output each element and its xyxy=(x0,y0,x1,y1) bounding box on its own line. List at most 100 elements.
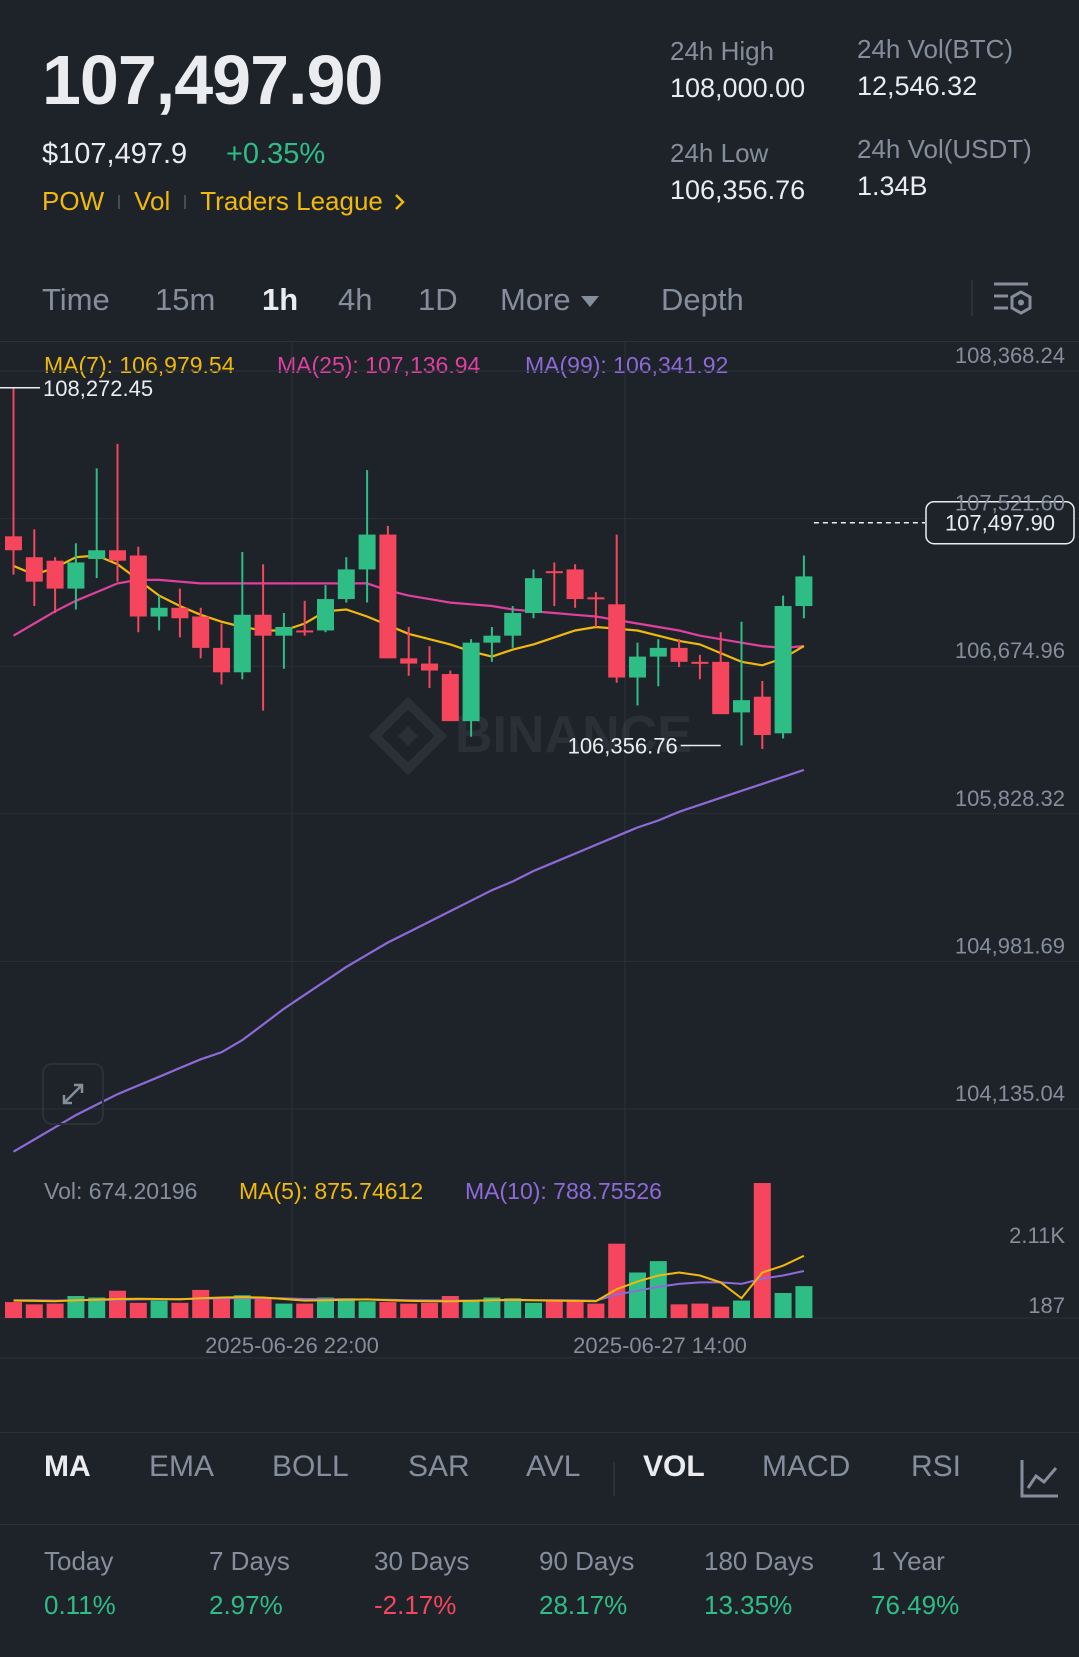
candle xyxy=(629,642,646,706)
candle-body xyxy=(88,550,106,559)
candle xyxy=(733,621,750,746)
candle xyxy=(192,607,210,659)
candle-body xyxy=(421,663,438,671)
candle-body xyxy=(25,557,43,582)
tab-1h[interactable]: 1h xyxy=(262,282,298,318)
candle xyxy=(129,546,147,633)
last-price: 107,497.90 xyxy=(42,41,383,119)
candle xyxy=(566,564,584,608)
volume-bar xyxy=(129,1302,147,1318)
indicator-bottom-border xyxy=(0,1524,1079,1525)
tab-1d[interactable]: 1D xyxy=(418,282,458,318)
volume-bar xyxy=(795,1286,813,1318)
indicator-avl[interactable]: AVL xyxy=(526,1450,580,1484)
chevron-right-icon[interactable] xyxy=(393,192,407,212)
candle-body xyxy=(275,626,293,636)
expand-icon xyxy=(62,1083,84,1105)
volume-bar xyxy=(5,1302,22,1318)
tag-traders-league[interactable]: Traders League xyxy=(200,186,383,217)
price-tick-label: 106,674.96 xyxy=(955,638,1065,663)
vol-ma10-legend: MA(10): 788.75526 xyxy=(465,1178,662,1204)
candle xyxy=(545,562,563,607)
chart-markers: 108,272.45106,356.76107,497.90 xyxy=(0,376,1075,759)
candle xyxy=(171,588,189,638)
candle xyxy=(691,654,709,680)
candle xyxy=(296,600,314,636)
volume-bar xyxy=(733,1300,750,1318)
volume-bar xyxy=(774,1292,792,1318)
stat-value: 1.34B xyxy=(857,171,928,201)
indicator-rsi[interactable]: RSI xyxy=(911,1450,961,1484)
volume-bar xyxy=(400,1303,418,1318)
volume-bar xyxy=(608,1243,626,1318)
candle-body xyxy=(171,607,189,619)
candles xyxy=(5,387,813,750)
chart-grid xyxy=(0,341,1079,1359)
vol-ma5-line xyxy=(13,1254,805,1303)
caret-down-icon xyxy=(580,296,599,308)
high-marker-label: 108,272.45 xyxy=(43,376,153,401)
indicator-macd[interactable]: MACD xyxy=(762,1450,850,1484)
candle-body xyxy=(296,630,314,633)
tab-depth[interactable]: Depth xyxy=(661,282,744,318)
candle-body xyxy=(733,700,750,713)
volume-bar xyxy=(213,1299,230,1318)
price-tick-label: 104,981.69 xyxy=(955,933,1065,958)
tab-4h[interactable]: 4h xyxy=(338,282,372,318)
tag-vol[interactable]: Vol xyxy=(134,186,170,217)
candle-body xyxy=(254,614,272,636)
candle xyxy=(670,639,688,668)
time-tick-label: 2025-06-27 14:00 xyxy=(573,1333,747,1358)
perf-30d-value: -2.17% xyxy=(374,1590,457,1620)
volume-bar xyxy=(525,1302,542,1318)
candle-body xyxy=(608,604,626,678)
tab-15m[interactable]: 15m xyxy=(155,282,215,318)
candle xyxy=(753,681,771,750)
indicator-ema[interactable]: EMA xyxy=(149,1450,214,1484)
candle xyxy=(25,529,43,607)
candle xyxy=(337,557,355,603)
stat-label: 24h High xyxy=(670,36,775,66)
candle xyxy=(587,592,605,627)
kline-chart[interactable]: BINANCE 108,272.45106,356.76107,497.90 1… xyxy=(0,341,1079,1411)
stat-24h-vol-btc: 24h Vol(BTC) 12,546.32 xyxy=(857,34,1013,102)
indicator-boll[interactable]: BOLL xyxy=(272,1450,349,1484)
axis-labels: 108,368.24 107,521.60 106,674.96 105,828.32… xyxy=(205,343,1065,1358)
volume-bar xyxy=(254,1299,272,1318)
tab-more[interactable]: More xyxy=(500,282,599,318)
indicator-sar[interactable]: SAR xyxy=(408,1450,470,1484)
perf-today-value: 0.11% xyxy=(44,1590,116,1620)
tag-pow[interactable]: POW xyxy=(42,186,104,217)
price-tick-label: 107,521.60 xyxy=(955,491,1065,516)
perf-90d-label: 90 Days xyxy=(539,1546,635,1576)
candle xyxy=(525,569,542,619)
candle-body xyxy=(504,613,522,636)
candle-body xyxy=(192,616,210,648)
candle-body xyxy=(774,606,792,734)
candle-body xyxy=(712,661,730,715)
candle-body xyxy=(67,562,85,589)
indicator-vol[interactable]: VOL xyxy=(643,1450,705,1484)
perf-today-label: Today xyxy=(44,1546,114,1576)
volume-bar xyxy=(337,1298,355,1318)
candle-body xyxy=(649,647,667,657)
volume-bar xyxy=(46,1303,64,1318)
candle xyxy=(254,564,272,711)
stat-24h-low: 24h Low 106,356.76 xyxy=(670,138,805,206)
tab-time[interactable]: Time xyxy=(42,282,110,318)
candle-body xyxy=(753,696,771,736)
stat-24h-vol-usdt: 24h Vol(USDT) 1.34B xyxy=(857,134,1032,202)
fullscreen-button[interactable] xyxy=(42,1063,104,1125)
indicator-ma[interactable]: MA xyxy=(44,1450,91,1484)
candle-body xyxy=(150,607,168,617)
perf-7d-label: 7 Days xyxy=(209,1546,290,1576)
candle xyxy=(275,613,293,669)
stat-24h-high: 24h High 108,000.00 xyxy=(670,36,805,104)
volume-tick-label: 187 xyxy=(1028,1293,1065,1318)
chart-settings-icon[interactable] xyxy=(990,278,1034,320)
volume-bar xyxy=(109,1290,126,1318)
candle-body xyxy=(46,560,64,589)
candle xyxy=(504,606,522,648)
candle xyxy=(88,468,106,579)
indicator-settings-icon[interactable] xyxy=(1018,1458,1060,1500)
